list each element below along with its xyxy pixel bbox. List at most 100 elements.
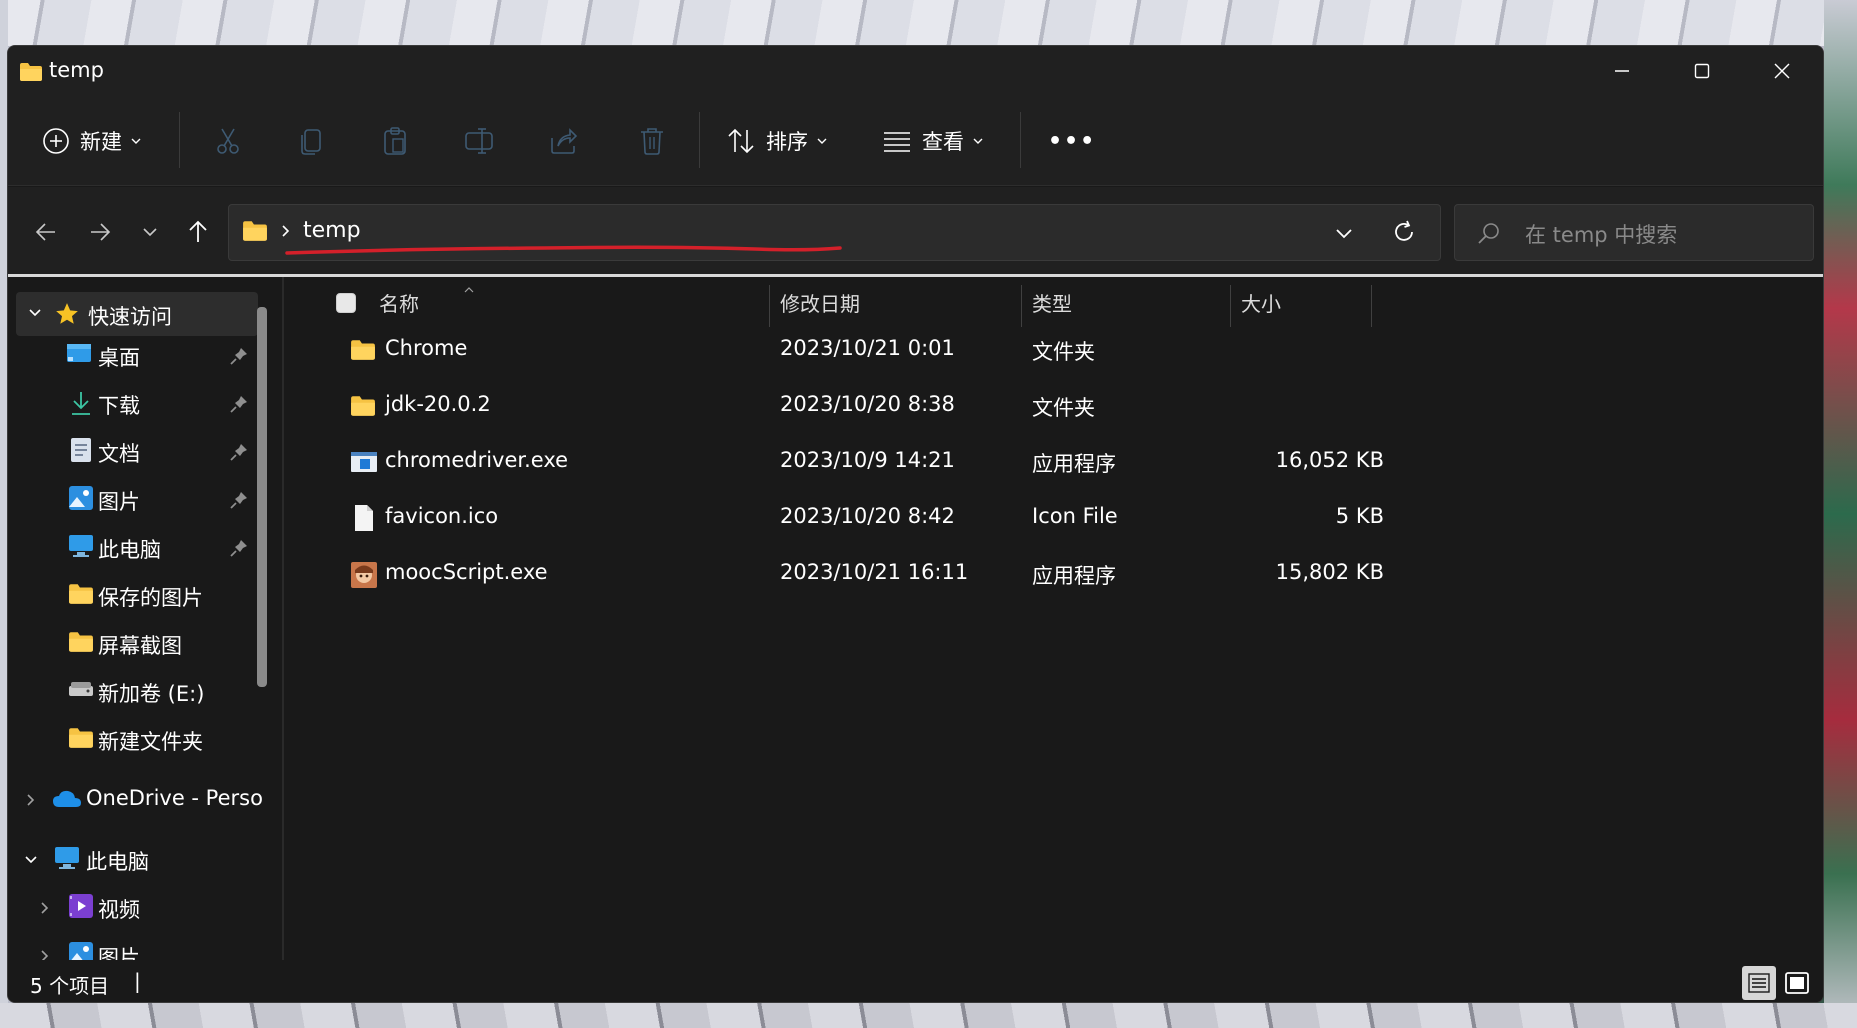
document-icon: [71, 438, 91, 462]
sidebar-label: 屏幕截图: [98, 634, 182, 658]
sidebar-item-drive-e[interactable]: 新加卷 (E:): [8, 669, 258, 713]
toolbar-divider: [699, 112, 700, 168]
sidebar-item-desktop[interactable]: 桌面: [8, 333, 258, 377]
sidebar-item-screenshots[interactable]: 屏幕截图: [8, 621, 258, 665]
pictures-icon: [69, 942, 93, 960]
address-dropdown-chevron-icon[interactable]: [1335, 225, 1353, 244]
rename-button[interactable]: [464, 118, 496, 164]
chevron-down-icon: [973, 138, 983, 144]
sidebar-item-saved-pictures[interactable]: 保存的图片: [8, 573, 258, 617]
paste-icon: [384, 127, 406, 155]
sort-ascending-icon: [463, 279, 475, 298]
sidebar-item-documents[interactable]: 文档: [8, 429, 258, 473]
view-button[interactable]: 查看: [882, 118, 984, 164]
details-view-icon: [1748, 973, 1770, 993]
folder-icon: [69, 584, 93, 604]
forward-button[interactable]: [80, 209, 120, 255]
pin-icon: [230, 348, 247, 365]
column-header-size[interactable]: 大小: [1241, 277, 1281, 327]
sort-button[interactable]: 排序: [726, 118, 828, 164]
file-row[interactable]: chromedriver.exe 2023/10/9 14:21 应用程序 16…: [284, 435, 1384, 491]
title-bar[interactable]: temp: [8, 46, 1823, 96]
status-bar: 5 个项目 |: [8, 960, 1823, 1002]
column-header-label: 名称: [379, 291, 419, 316]
chevron-down-icon: [25, 856, 37, 864]
details-view-button[interactable]: [1742, 966, 1776, 1000]
command-bar: 新建 排序 查看 •••: [8, 96, 1823, 186]
copy-button[interactable]: [298, 118, 326, 164]
arrow-right-icon: [91, 223, 111, 241]
file-list: 名称 修改日期 类型 大小 Chrome 2023/10/21 0:01 文件夹…: [284, 277, 1823, 960]
column-header-name[interactable]: 名称: [379, 277, 419, 327]
sidebar-item-quick-access[interactable]: 快速访问: [16, 292, 258, 336]
select-all-checkbox[interactable]: [336, 293, 356, 313]
new-label: 新建: [80, 130, 122, 154]
large-icons-view-button[interactable]: [1780, 966, 1814, 1000]
file-type: 文件夹: [1032, 340, 1095, 364]
sidebar-item-pictures[interactable]: 图片: [8, 477, 258, 521]
address-bar[interactable]: temp: [228, 204, 1441, 261]
new-button[interactable]: 新建: [42, 118, 142, 164]
chevron-right-icon: [41, 950, 49, 960]
column-header-label: 类型: [1032, 291, 1072, 316]
drive-icon: [69, 682, 93, 696]
back-button[interactable]: [26, 209, 66, 255]
delete-button[interactable]: [638, 118, 666, 164]
file-row[interactable]: moocScript.exe 2023/10/21 16:11 应用程序 15,…: [284, 547, 1384, 603]
column-divider[interactable]: [1021, 285, 1022, 327]
column-header-label: 大小: [1241, 291, 1281, 316]
list-view-icon: [884, 132, 910, 152]
sidebar-item-onedrive[interactable]: OneDrive - Perso: [8, 777, 263, 821]
maximize-button[interactable]: [1662, 46, 1742, 96]
chevron-down-icon: [131, 138, 141, 144]
download-icon: [72, 392, 90, 415]
sidebar-item-videos[interactable]: 视频: [8, 885, 258, 929]
sidebar-item-this-pc-quick[interactable]: 此电脑: [8, 525, 258, 569]
window-title: temp: [49, 58, 104, 82]
sidebar-label: 新加卷 (E:): [98, 682, 205, 706]
chevron-right-icon: [27, 794, 35, 806]
toolbar-divider: [179, 112, 180, 168]
file-row[interactable]: jdk-20.0.2 2023/10/20 8:38 文件夹: [284, 379, 1384, 435]
sidebar-item-downloads[interactable]: 下载: [8, 381, 258, 425]
sidebar-item-pictures-pc[interactable]: 图片: [8, 933, 258, 960]
copy-icon: [301, 129, 321, 155]
sidebar-item-this-pc[interactable]: 此电脑: [8, 837, 258, 881]
sidebar-item-new-folder[interactable]: 新建文件夹: [8, 717, 258, 761]
cut-button[interactable]: [214, 118, 242, 164]
pin-icon: [230, 444, 247, 461]
column-divider[interactable]: [1230, 285, 1231, 327]
up-button[interactable]: [178, 209, 218, 255]
breadcrumb-item-temp[interactable]: temp: [303, 218, 361, 243]
column-header-type[interactable]: 类型: [1032, 277, 1072, 327]
file-name: jdk-20.0.2: [385, 392, 491, 416]
sidebar-label: 桌面: [98, 346, 140, 370]
breadcrumb-chevron-icon: [281, 223, 291, 242]
chevron-down-icon: [817, 138, 827, 144]
recent-locations-button[interactable]: [130, 209, 170, 255]
search-placeholder: 在 temp 中搜索: [1525, 223, 1678, 247]
sidebar-scrollbar[interactable]: [257, 307, 267, 687]
search-box[interactable]: 在 temp 中搜索: [1454, 204, 1814, 261]
close-icon: [1774, 63, 1790, 79]
file-row[interactable]: favicon.ico 2023/10/20 8:42 Icon File 5 …: [284, 491, 1384, 547]
trash-icon: [641, 128, 663, 155]
share-button[interactable]: [548, 118, 578, 164]
column-divider[interactable]: [769, 285, 770, 327]
file-type: 文件夹: [1032, 396, 1095, 420]
more-options-button[interactable]: •••: [1048, 118, 1096, 164]
minimize-button[interactable]: [1582, 46, 1662, 96]
column-divider[interactable]: [1371, 285, 1372, 327]
chevron-down-icon: [29, 309, 41, 317]
more-icon: •••: [1048, 128, 1097, 154]
paste-button[interactable]: [381, 118, 409, 164]
toolbar-divider: [1020, 112, 1021, 168]
close-button[interactable]: [1742, 46, 1822, 96]
video-icon: [69, 894, 93, 918]
refresh-icon[interactable]: [1392, 220, 1416, 248]
file-row[interactable]: Chrome 2023/10/21 0:01 文件夹: [284, 323, 1384, 379]
column-header-modified[interactable]: 修改日期: [780, 277, 860, 327]
file-size: 15,802 KB: [1275, 560, 1384, 584]
cloud-icon: [53, 790, 81, 807]
sort-label: 排序: [766, 130, 808, 154]
